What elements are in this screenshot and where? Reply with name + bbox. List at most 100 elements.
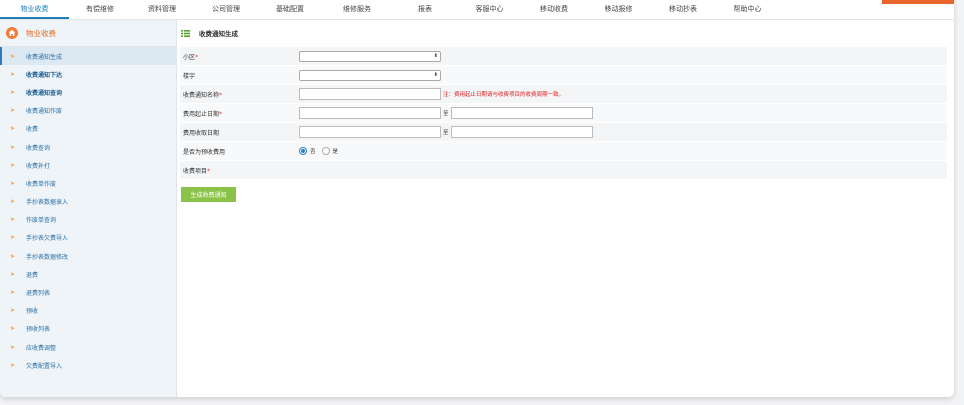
sidebar-item-refund[interactable]: ➤ 退费 <box>0 265 176 283</box>
tab-data-management[interactable]: 资料管理 <box>131 0 193 19</box>
home-icon <box>6 27 18 39</box>
arrow-icon: ➤ <box>10 143 16 151</box>
sidebar-item-notice-issue[interactable]: ➤ 收费通知下达 <box>0 65 176 83</box>
tab-mobile-meter[interactable]: 移动抄表 <box>651 0 715 19</box>
sidebar-header: 物业收费 <box>0 20 176 47</box>
sidebar-item-label: 收费通知下达 <box>26 71 63 79</box>
form-row-notice-name: 收费通知名称* 注：费用起止日期请与收费项目的收费周期一致。 <box>180 85 947 104</box>
arrow-icon: ➤ <box>10 179 16 187</box>
tab-repair-service[interactable]: 维修服务 <box>321 0 393 19</box>
fee-start-date-input[interactable] <box>299 107 441 119</box>
collect-start-date-input[interactable] <box>299 126 441 138</box>
sidebar-item-label: 收费补打 <box>26 162 51 170</box>
tab-mobile-repair[interactable]: 移动报修 <box>586 0 651 19</box>
prepaid-yes-label: 是 <box>332 149 339 155</box>
sidebar-item-void-query[interactable]: ➤ 作废单查询 <box>0 211 176 229</box>
sidebar-title: 物业收费 <box>26 28 56 38</box>
list-icon <box>181 29 190 37</box>
arrow-icon: ➤ <box>10 107 16 115</box>
sidebar-item-label: 应收费调整 <box>26 344 57 352</box>
arrow-icon: ➤ <box>10 88 16 96</box>
arrow-icon: ➤ <box>10 161 16 169</box>
sidebar-item-fee-reprint[interactable]: ➤ 收费补打 <box>0 156 176 174</box>
arrow-icon: ➤ <box>10 52 16 60</box>
sidebar-item-prepay-list[interactable]: ➤ 预收列表 <box>0 320 176 338</box>
arrow-icon: ➤ <box>10 252 16 260</box>
sidebar-item-notice-generate[interactable]: ➤ 收费通知生成 <box>0 47 176 66</box>
tab-company-management[interactable]: 公司管理 <box>193 0 259 19</box>
sidebar-item-arrears-config-import[interactable]: ➤ 欠费配置导入 <box>0 356 176 374</box>
top-nav: 物业收费 有偿维修 资料管理 公司管理 基础配置 维修服务 报表 客服中心 移动… <box>0 0 954 20</box>
tab-basic-config[interactable]: 基础配置 <box>259 0 321 19</box>
notice-name-input[interactable] <box>299 88 441 100</box>
tab-service-center[interactable]: 客服中心 <box>457 0 522 19</box>
fee-end-date-input[interactable] <box>450 107 593 119</box>
generate-notice-button[interactable]: 生成收费通知 <box>181 187 236 202</box>
tab-property-fee[interactable]: 物业收费 <box>0 0 69 19</box>
select-caret-icon: ⬍ <box>433 52 438 59</box>
sidebar-item-label: 欠费配置导入 <box>26 362 63 370</box>
to-label: 至 <box>443 111 449 117</box>
sidebar-item-label: 手抄表数据录入 <box>26 199 69 207</box>
main-header: 收费通知生成 <box>177 20 954 46</box>
tab-paid-repair[interactable]: 有偿维修 <box>69 0 131 19</box>
arrow-icon: ➤ <box>10 216 16 224</box>
to-label: 至 <box>443 130 449 136</box>
form-row-fee-period: 费用起止日期* 至 <box>180 104 947 123</box>
sidebar: 物业收费 ➤ 收费通知生成 ➤ 收费通知下达 ➤ 收费通知查询 ➤ 收费通知作废 ➤ 收费… <box>0 20 177 397</box>
sidebar-item-label: 收费通知作废 <box>26 108 63 116</box>
sidebar-item-label: 预收 <box>26 308 39 316</box>
field-label: 费用收取日期 <box>183 129 220 137</box>
arrow-icon: ➤ <box>10 70 16 78</box>
community-select[interactable]: ⬍ <box>299 50 441 62</box>
sidebar-item-fee[interactable]: ➤ 收费 <box>0 120 176 138</box>
sidebar-item-fee-query[interactable]: ➤ 收费查询 <box>0 138 176 156</box>
sidebar-item-label: 手抄表欠费导入 <box>26 235 69 243</box>
sidebar-item-meter-arrears-import[interactable]: ➤ 手抄表欠费导入 <box>0 229 176 247</box>
main-content: 收费通知生成 小区* ⬍ 楼宇 ⬍ 收费通知名称* 注：费用起止日期请与收费项目… <box>177 20 954 397</box>
sidebar-item-refund-list[interactable]: ➤ 退费列表 <box>0 283 176 301</box>
sidebar-item-label: 作废单查询 <box>26 217 57 225</box>
sidebar-item-label: 手抄表数据修改 <box>26 253 69 261</box>
arrow-icon: ➤ <box>10 343 16 351</box>
field-label: 是否为预收费用 <box>183 148 226 156</box>
arrow-icon: ➤ <box>10 361 16 369</box>
prepaid-yes-radio[interactable] <box>321 147 330 155</box>
arrow-icon: ➤ <box>10 125 16 133</box>
form-row-prepaid: 是否为预收费用 否 是 <box>180 142 947 161</box>
accent-bar <box>882 0 954 4</box>
sidebar-item-prepay[interactable]: ➤ 预收 <box>0 302 176 320</box>
collect-end-date-input[interactable] <box>450 126 593 138</box>
tab-reports[interactable]: 报表 <box>393 0 457 19</box>
sidebar-item-label: 预收列表 <box>26 326 51 334</box>
sidebar-item-label: 收费单作废 <box>26 180 57 188</box>
arrow-icon: ➤ <box>10 198 16 206</box>
notice-form: 小区* ⬍ 楼宇 ⬍ 收费通知名称* 注：费用起止日期请与收费项目的收费周期一致… <box>180 47 947 180</box>
building-select[interactable]: ⬍ <box>299 69 441 81</box>
sidebar-item-label: 收费通知生成 <box>26 53 63 61</box>
sidebar-item-fee-slip-void[interactable]: ➤ 收费单作废 <box>0 174 176 192</box>
sidebar-item-label: 收费查询 <box>26 144 51 152</box>
form-row-fee-items: 收费项目* <box>180 161 947 180</box>
sidebar-item-notice-void[interactable]: ➤ 收费通知作废 <box>0 102 176 120</box>
sidebar-item-receivable-adjust[interactable]: ➤ 应收费调整 <box>0 338 176 356</box>
arrow-icon: ➤ <box>10 234 16 242</box>
prepaid-no-radio[interactable] <box>299 147 307 155</box>
app-window: 物业收费 有偿维修 资料管理 公司管理 基础配置 维修服务 报表 客服中心 移动… <box>0 0 954 397</box>
tab-help-center[interactable]: 帮助中心 <box>715 0 780 19</box>
sidebar-item-meter-entry[interactable]: ➤ 手抄表数据录入 <box>0 193 176 211</box>
sidebar-item-notice-query[interactable]: ➤ 收费通知查询 <box>0 83 176 101</box>
field-label: 费用起止日期* <box>183 110 223 118</box>
page-title: 收费通知生成 <box>199 30 238 38</box>
arrow-icon: ➤ <box>10 307 16 315</box>
sidebar-item-label: 收费通知查询 <box>26 89 63 97</box>
sidebar-item-meter-edit[interactable]: ➤ 手抄表数据修改 <box>0 247 176 265</box>
prepaid-no-label: 否 <box>310 149 316 155</box>
arrow-icon: ➤ <box>10 270 16 278</box>
arrow-icon: ➤ <box>10 289 16 297</box>
form-row-collect-date: 费用收取日期 至 <box>180 123 947 142</box>
arrow-icon: ➤ <box>10 325 16 333</box>
field-label: 小区* <box>183 53 199 61</box>
sidebar-item-label: 退费列表 <box>26 290 51 298</box>
tab-mobile-fee[interactable]: 移动收费 <box>522 0 586 19</box>
